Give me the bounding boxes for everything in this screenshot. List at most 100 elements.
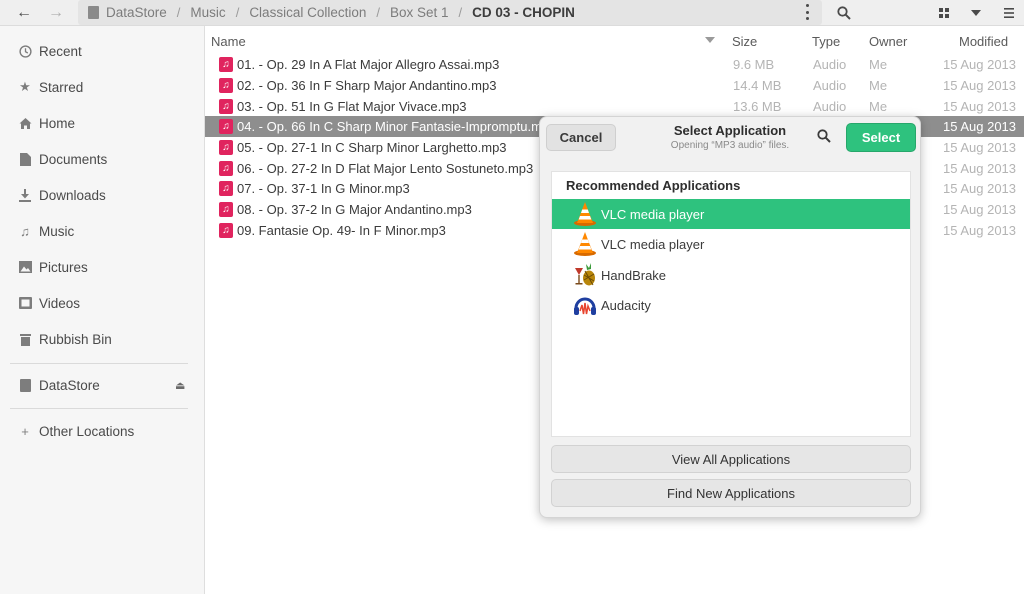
breadcrumb-separator: / [458,5,463,20]
breadcrumb-item[interactable]: DataStore [106,5,167,20]
forward-button[interactable]: → [45,3,67,23]
file-size: 13.6 MB [733,99,782,114]
arrow-left-icon: ← [16,4,32,21]
breadcrumb-item[interactable]: Music [190,5,225,20]
file-size: 9.6 MB [733,57,775,72]
sidebar-item-label: Pictures [39,259,88,275]
file-name: 02. - Op. 36 In F Sharp Major Andantino.… [237,78,497,93]
sidebar: Recent ★ Starred Home Documents Download… [0,26,205,594]
sidebar-item-rubbish-bin[interactable]: Rubbish Bin [0,324,205,354]
dialog-search-button[interactable] [817,129,833,145]
sidebar-item-documents[interactable]: Documents [0,144,205,174]
file-size: 14.4 MB [733,78,782,93]
app-row[interactable]: HandBrake [552,260,910,290]
hamburger-icon [1004,8,1014,18]
file-owner: Me [869,78,888,93]
chevron-down-icon [971,10,981,16]
column-header-name[interactable]: Name [211,34,246,49]
back-button[interactable]: ← [13,3,35,23]
sidebar-item-datastore[interactable]: DataStore ⏏ [0,370,205,400]
file-name: 06. - Op. 27-2 In D Flat Major Lento Sos… [237,161,534,176]
sidebar-item-starred[interactable]: ★ Starred [0,72,205,102]
file-name: 08. - Op. 37-2 In G Major Andantino.mp3 [237,202,472,217]
star-icon: ★ [19,79,31,94]
audio-file-icon: ♫ [219,223,233,238]
vlc-icon [574,232,596,256]
sidebar-item-home[interactable]: Home [0,108,205,138]
sidebar-item-recent[interactable]: Recent [0,36,205,66]
file-name: 04. - Op. 66 In C Sharp Minor Fantasie-I… [237,119,557,134]
file-type: Audio [813,78,847,93]
sidebar-item-label: Downloads [39,187,106,203]
column-header-modified[interactable]: Modified [959,34,1008,49]
application-list: Recommended Applications VLC media playe… [551,171,911,437]
file-modified: 15 Aug 2013 [943,223,1017,238]
path-menu-icon[interactable] [804,4,810,20]
file-owner: Me [869,99,888,114]
eject-icon[interactable]: ⏏ [175,379,187,392]
trash-icon [18,332,32,346]
file-name: 07. - Op. 37-1 In G Minor.mp3 [237,181,410,196]
view-toggle-button[interactable] [933,2,955,24]
column-header-size[interactable]: Size [732,34,757,49]
breadcrumb-item[interactable]: Classical Collection [249,5,366,20]
search-button[interactable] [833,2,855,24]
clock-icon [18,44,32,58]
app-row-selected[interactable]: VLC media player [552,199,910,229]
drive-icon [18,378,32,392]
sidebar-item-label: Starred [39,79,84,95]
file-type: Audio [813,99,847,114]
sidebar-item-label: Videos [39,295,81,311]
grid-icon [939,8,949,18]
find-new-applications-button[interactable]: Find New Applications [551,479,911,507]
app-name: Audacity [601,297,651,313]
file-row[interactable]: ♫ 01. - Op. 29 In A Flat Major Allegro A… [205,54,1024,75]
breadcrumb-current[interactable]: CD 03 - CHOPIN [472,5,575,20]
audacity-icon [574,297,596,315]
file-owner: Me [869,57,888,72]
main-menu-button[interactable] [998,2,1020,24]
dialog-title: Select Application [673,123,787,138]
sidebar-item-label: Home [39,115,76,131]
select-button[interactable]: Select [846,123,916,152]
column-header-type[interactable]: Type [812,34,840,49]
view-options-button[interactable] [965,2,987,24]
header-bar: ← → DataStore / Music / Classical Collec… [0,0,1024,26]
file-name: 05. - Op. 27-1 In C Sharp Minor Larghett… [237,140,507,155]
document-icon [18,152,32,166]
app-name: VLC media player [601,236,705,252]
file-row[interactable]: ♫ 03. - Op. 51 In G Flat Major Vivace.mp… [205,96,1024,117]
file-row[interactable]: ♫ 02. - Op. 36 In F Sharp Major Andantin… [205,75,1024,96]
sidebar-item-pictures[interactable]: Pictures [0,252,205,282]
audio-file-icon: ♫ [219,119,233,134]
audio-file-icon: ♫ [219,181,233,196]
sidebar-item-other-locations[interactable]: + Other Locations [0,416,205,446]
view-all-applications-button[interactable]: View All Applications [551,445,911,473]
breadcrumb-item[interactable]: Box Set 1 [390,5,449,20]
audio-file-icon: ♫ [219,57,233,72]
drive-icon [88,6,99,19]
app-row[interactable]: Audacity [552,290,910,320]
cancel-button[interactable]: Cancel [546,124,616,151]
file-modified: 15 Aug 2013 [943,78,1017,93]
breadcrumb-separator: / [176,5,181,20]
sidebar-item-videos[interactable]: Videos [0,288,205,318]
app-row[interactable]: VLC media player [552,229,910,259]
arrow-right-icon: → [48,4,64,21]
file-modified: 15 Aug 2013 [943,119,1017,134]
app-name: HandBrake [601,267,667,283]
column-header-owner[interactable]: Owner [869,34,907,49]
breadcrumb-separator: / [376,5,380,20]
sidebar-item-label: Recent [39,43,82,59]
select-application-dialog: Cancel Select Application Opening “MP3 a… [539,116,921,518]
file-name: 09. Fantasie Op. 49- In F Minor.mp3 [237,223,446,238]
vlc-icon [574,202,596,226]
file-modified: 15 Aug 2013 [943,99,1017,114]
handbrake-icon [575,263,595,286]
sidebar-item-downloads[interactable]: Downloads [0,180,205,210]
music-icon: ♫ [20,223,30,239]
audio-file-icon: ♫ [219,161,233,176]
sidebar-item-music[interactable]: ♫ Music [0,216,205,246]
file-modified: 15 Aug 2013 [943,181,1017,196]
file-modified: 15 Aug 2013 [943,161,1017,176]
